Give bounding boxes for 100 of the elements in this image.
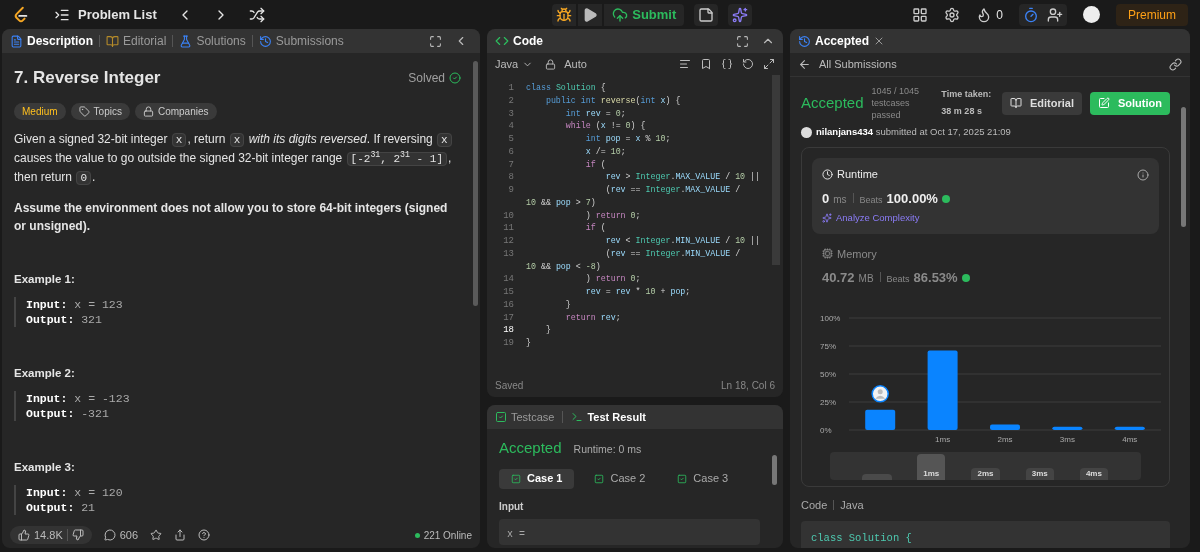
code-line: 10 && pop > 7) bbox=[526, 196, 596, 209]
code-line: if ( bbox=[584, 158, 606, 171]
history-icon bbox=[798, 34, 811, 48]
example-input-text: Input: x = 123 bbox=[26, 296, 124, 312]
badge-icon bbox=[941, 194, 950, 203]
problem-list-link[interactable]: Problem List bbox=[78, 4, 157, 25]
line-number: 19 bbox=[502, 337, 514, 350]
verdict: Accepted bbox=[801, 92, 864, 113]
axis-label: 4ms bbox=[1122, 434, 1138, 444]
flask-icon bbox=[179, 34, 193, 48]
line-number: 16 bbox=[502, 298, 514, 312]
panel-tab[interactable]: Test Result bbox=[571, 408, 646, 426]
case-tab[interactable]: Case 1 bbox=[499, 468, 575, 489]
tag-chip[interactable]: Topics bbox=[70, 102, 130, 120]
check-icon bbox=[449, 71, 461, 84]
code-line: while (x != 0) { bbox=[564, 120, 646, 133]
case-tab[interactable]: Case 3 bbox=[665, 468, 741, 489]
line-number: 18 bbox=[502, 324, 514, 337]
metric-card[interactable]: Runtime 0 ms Beats 100.00% Analyze Complexity bbox=[812, 158, 1159, 234]
case-tab[interactable]: Case 2 bbox=[582, 468, 658, 489]
line-number: 5 bbox=[507, 133, 514, 146]
bar[interactable] bbox=[865, 409, 896, 430]
panel-tab[interactable]: Accepted bbox=[815, 32, 870, 50]
logo-icon[interactable] bbox=[12, 5, 30, 24]
line-number: 1 bbox=[507, 82, 514, 95]
code-line: x /= 10; bbox=[584, 145, 626, 158]
panel-tab[interactable]: Description bbox=[10, 32, 93, 50]
panel-tab[interactable]: Solutions bbox=[179, 32, 246, 50]
axis-label: 3ms bbox=[1059, 434, 1075, 444]
info-icon[interactable] bbox=[1137, 168, 1149, 181]
all-submissions-link[interactable]: All Submissions bbox=[819, 56, 897, 73]
thumbs-up-icon bbox=[18, 529, 30, 541]
back-arrow-icon[interactable] bbox=[798, 58, 811, 71]
terminal-icon bbox=[571, 411, 584, 423]
bookmark-icon[interactable] bbox=[700, 58, 712, 70]
editorial-button[interactable]: Editorial bbox=[1002, 91, 1082, 115]
analyze-complexity-link[interactable]: Analyze Complexity bbox=[836, 211, 920, 226]
scrollbar[interactable] bbox=[772, 455, 777, 485]
share-icon[interactable] bbox=[174, 529, 187, 541]
submit-button[interactable]: Submit bbox=[604, 3, 685, 26]
link-icon[interactable] bbox=[1169, 58, 1182, 71]
note-icon bbox=[698, 6, 715, 23]
bar[interactable] bbox=[990, 423, 1020, 430]
code-line: rev = rev * 10 + pop; bbox=[584, 286, 691, 298]
settings-icon[interactable] bbox=[944, 6, 961, 23]
submission-info: nilanjans434 submitted at Oct 17, 2025 21:09 bbox=[816, 125, 1011, 139]
scrollbar[interactable] bbox=[1181, 107, 1186, 227]
tag-chip[interactable]: Medium bbox=[14, 102, 66, 120]
fullscreen-icon[interactable] bbox=[429, 34, 442, 48]
panel-tab[interactable]: Editorial bbox=[106, 32, 167, 50]
braces-icon[interactable] bbox=[721, 58, 733, 70]
code-preview: class Solution { bbox=[801, 521, 1170, 548]
lock-icon bbox=[545, 58, 557, 70]
metric-title: Runtime bbox=[837, 167, 878, 183]
expand-icon[interactable] bbox=[763, 58, 775, 70]
bar[interactable] bbox=[1052, 426, 1083, 430]
line-number: 9 bbox=[507, 184, 514, 197]
input-field[interactable]: x = bbox=[499, 518, 760, 545]
checkbox-icon bbox=[495, 411, 507, 423]
grid-icon[interactable] bbox=[912, 6, 929, 23]
timer-icon[interactable] bbox=[1023, 6, 1039, 23]
note-button[interactable] bbox=[694, 3, 719, 26]
bar[interactable] bbox=[1114, 426, 1145, 430]
metric-unit: ms bbox=[833, 192, 847, 207]
streak-count: 0 bbox=[996, 6, 1003, 24]
run-button[interactable] bbox=[578, 3, 603, 26]
help-icon[interactable] bbox=[198, 529, 211, 541]
overview-label: 4ms bbox=[1079, 467, 1108, 480]
comments-button[interactable]: 606 bbox=[103, 526, 139, 544]
shuffle-icon[interactable] bbox=[248, 6, 265, 23]
star-icon[interactable] bbox=[150, 529, 163, 541]
add-user-icon[interactable] bbox=[1047, 6, 1063, 23]
fullscreen-icon[interactable] bbox=[736, 34, 749, 48]
ai-button[interactable] bbox=[728, 3, 753, 26]
chart-overview[interactable]: 1ms 2ms 3ms 4ms bbox=[830, 451, 1141, 480]
panel-tab[interactable]: Submissions bbox=[258, 32, 344, 50]
runtime-label: Runtime: 0 ms bbox=[573, 442, 642, 457]
line-number: 7 bbox=[507, 158, 514, 172]
format-icon[interactable] bbox=[679, 58, 691, 70]
panel-tab[interactable]: Testcase bbox=[495, 408, 555, 426]
cursor-position: Ln 18, Col 6 bbox=[721, 378, 775, 393]
save-status: Saved bbox=[495, 378, 524, 393]
badge-icon bbox=[961, 274, 970, 282]
beats-label: Beats bbox=[886, 273, 910, 286]
code-line: (rev == Integer.MIN_VALUE / bbox=[604, 247, 741, 260]
book-icon bbox=[106, 34, 119, 48]
scrollbar[interactable] bbox=[473, 61, 478, 306]
user-marker-icon bbox=[871, 384, 889, 403]
sparkle-icon bbox=[732, 6, 749, 23]
premium-button[interactable]: Premium bbox=[1116, 3, 1188, 26]
debug-button[interactable] bbox=[552, 3, 577, 26]
tag-chip[interactable]: Companies bbox=[134, 102, 217, 120]
thumbs-down-icon[interactable] bbox=[71, 529, 84, 541]
metric-card[interactable]: Memory 40.72 MB Beats 86.53% bbox=[812, 237, 1159, 296]
axis-label: 100% bbox=[820, 313, 841, 323]
reset-icon[interactable] bbox=[742, 58, 754, 70]
bar[interactable] bbox=[927, 350, 958, 430]
language-dropdown[interactable]: Java bbox=[495, 55, 534, 73]
avatar[interactable] bbox=[1083, 6, 1100, 23]
axis-label: 25% bbox=[820, 397, 836, 407]
